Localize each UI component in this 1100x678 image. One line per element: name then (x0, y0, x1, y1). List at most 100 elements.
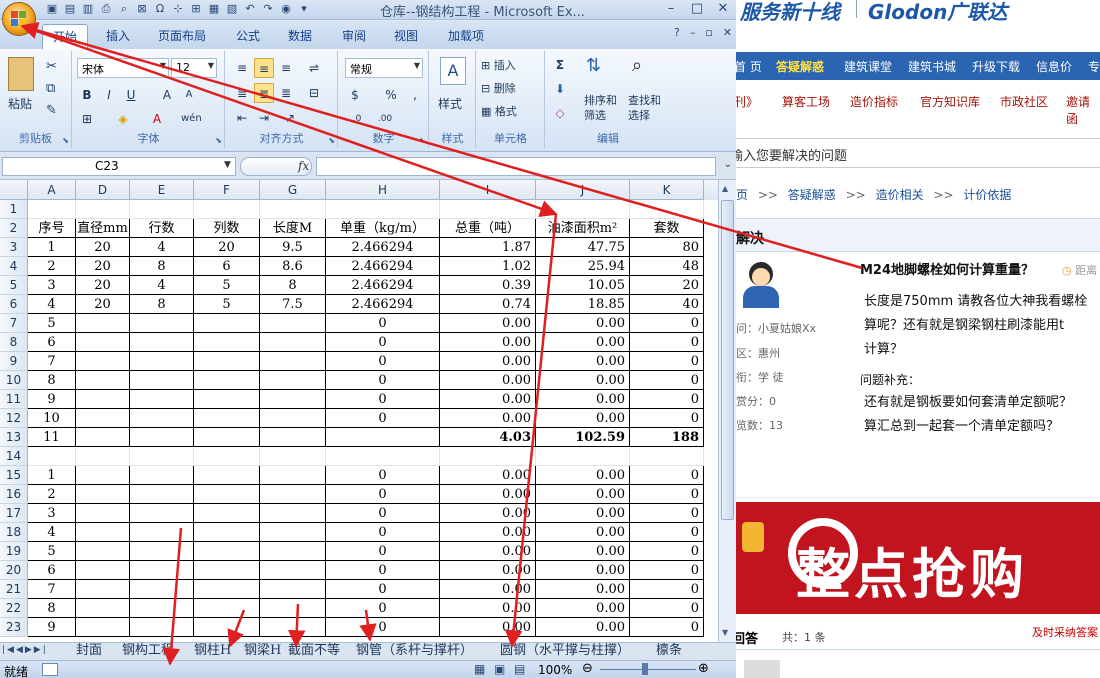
group-icon[interactable]: ⊞ (188, 1, 204, 17)
table-cell[interactable]: 0.00 (440, 485, 536, 504)
minimize-icon[interactable]: – (662, 0, 680, 18)
glodon-logo[interactable]: Glodon广联达 (868, 0, 1007, 25)
save-icon[interactable]: ▣ (44, 1, 60, 17)
nav-download[interactable]: 升级下载 (972, 58, 1020, 75)
worksheet-grid[interactable]: ADEFGHIJK 1 2 序号 直径mm 行数 列数 长度M 单重（kg/m） 总重（吨） 油漆… (0, 180, 718, 642)
table-cell[interactable] (130, 352, 194, 371)
column-header-K[interactable]: K (630, 180, 704, 200)
table-cell[interactable]: 0.00 (536, 371, 630, 390)
fill-icon[interactable]: ⬇ (550, 79, 570, 99)
increase-indent-icon[interactable]: ⇥ (254, 108, 274, 128)
font-launcher-icon[interactable]: ⬊ (215, 136, 222, 145)
table-cell[interactable]: 9 (28, 618, 76, 637)
table-cell[interactable]: 直径mm (76, 219, 130, 238)
table-cell[interactable] (76, 390, 130, 409)
table-cell[interactable] (130, 466, 194, 485)
nav-classroom[interactable]: 建筑课堂 (844, 58, 892, 75)
styles-icon[interactable]: A (440, 57, 466, 85)
table-cell[interactable] (260, 371, 326, 390)
table-cell[interactable]: 9 (28, 390, 76, 409)
sort-filter-icon[interactable]: ⇅ (586, 55, 601, 76)
table-cell[interactable]: 1.02 (440, 257, 536, 276)
sheet-tab[interactable]: 檩条 (656, 643, 682, 660)
table-cell[interactable] (194, 447, 260, 466)
table-cell[interactable]: 0 (326, 618, 440, 637)
align-center-icon[interactable]: ≣ (254, 83, 274, 103)
table-cell[interactable] (76, 200, 130, 219)
close-doc-icon[interactable]: ⊠ (134, 1, 150, 17)
align-bottom-icon[interactable]: ≡ (276, 58, 296, 78)
column-header-F[interactable]: F (194, 180, 260, 200)
table-cell[interactable] (130, 200, 194, 219)
nav-price-info[interactable]: 信息价 (1036, 58, 1072, 75)
fill-color-icon[interactable]: ◈ (113, 109, 133, 129)
row-header[interactable]: 13 (0, 428, 28, 447)
table-cell[interactable]: 0.00 (440, 599, 536, 618)
table-cell[interactable]: 20 (76, 295, 130, 314)
table-cell[interactable]: 0 (630, 580, 704, 599)
table-cell[interactable]: 0.00 (440, 371, 536, 390)
table-cell[interactable]: 2.466294 (326, 257, 440, 276)
table-cell[interactable]: 0 (630, 409, 704, 428)
row-header[interactable]: 23 (0, 618, 28, 637)
row-header[interactable]: 1 (0, 200, 28, 219)
table-cell[interactable] (28, 200, 76, 219)
table-cell[interactable]: 0.00 (536, 504, 630, 523)
row-header[interactable]: 16 (0, 485, 28, 504)
subnav-workshop[interactable]: 算客工场 (782, 93, 830, 110)
table-cell[interactable] (260, 504, 326, 523)
format-cells-button[interactable]: ▦ 格式 (481, 103, 517, 119)
page-layout-view-icon[interactable]: ▣ (494, 662, 505, 676)
format-painter-icon[interactable]: ✎ (46, 103, 57, 118)
table-cell[interactable]: 2.466294 (326, 276, 440, 295)
table-cell[interactable] (130, 428, 194, 447)
table-cell[interactable]: 6 (194, 257, 260, 276)
table-cell[interactable] (76, 371, 130, 390)
table-cell[interactable] (76, 542, 130, 561)
table-cell[interactable]: 0.00 (536, 618, 630, 637)
print-icon[interactable]: ⎙ (98, 1, 114, 17)
table-cell[interactable]: 4 (28, 523, 76, 542)
table-cell[interactable]: 0.00 (536, 485, 630, 504)
table-cell[interactable]: 0 (326, 333, 440, 352)
table-cell[interactable]: 20 (76, 276, 130, 295)
table-cell[interactable]: 0 (326, 599, 440, 618)
find-select-icon[interactable]: ⌕ (632, 55, 642, 76)
table-cell[interactable]: 8 (28, 371, 76, 390)
subnav-municipal[interactable]: 市政社区 (1000, 93, 1048, 110)
new-doc-icon[interactable]: ▤ (62, 1, 78, 17)
table-cell[interactable]: 列数 (194, 219, 260, 238)
row-header[interactable]: 15 (0, 466, 28, 485)
table-cell[interactable]: 48 (630, 257, 704, 276)
row-header[interactable]: 19 (0, 542, 28, 561)
number-launcher-icon[interactable]: ⬊ (419, 136, 426, 145)
sheet-tab[interactable]: 圆钢（水平撑与柱撑） (500, 643, 630, 660)
table-cell[interactable]: 0 (326, 580, 440, 599)
row-header[interactable]: 17 (0, 504, 28, 523)
page-break-view-icon[interactable]: ▤ (514, 662, 525, 676)
shrink-font-icon[interactable]: A (179, 85, 199, 105)
align-left-icon[interactable]: ≣ (232, 83, 252, 103)
maximize-icon[interactable]: □ (688, 0, 706, 18)
align-right-icon[interactable]: ≣ (276, 83, 296, 103)
table-cell[interactable] (194, 390, 260, 409)
table-cell[interactable]: 0.00 (536, 580, 630, 599)
table-cell[interactable]: 80 (630, 238, 704, 257)
bold-icon[interactable]: B (77, 85, 97, 105)
table-cell[interactable] (76, 447, 130, 466)
decrease-decimal-icon[interactable]: .00 (375, 109, 395, 129)
sort-filter-button[interactable]: 排序和 筛选 (584, 93, 617, 123)
tree-icon[interactable]: ⊹ (170, 1, 186, 17)
table-cell[interactable]: 行数 (130, 219, 194, 238)
preview-icon[interactable]: ⌕ (116, 1, 132, 17)
column-header-G[interactable]: G (260, 180, 326, 200)
table-cell[interactable]: 4 (130, 238, 194, 257)
tab-view[interactable]: 视图 (394, 27, 418, 44)
table-cell[interactable] (260, 352, 326, 371)
currency-icon[interactable]: $ (345, 85, 365, 105)
zoom-level[interactable]: 100% (538, 663, 572, 677)
table-cell[interactable] (260, 580, 326, 599)
table-cell[interactable]: 4 (130, 276, 194, 295)
table-cell[interactable] (440, 200, 536, 219)
sheet-tab[interactable]: 钢梁H (244, 643, 281, 660)
